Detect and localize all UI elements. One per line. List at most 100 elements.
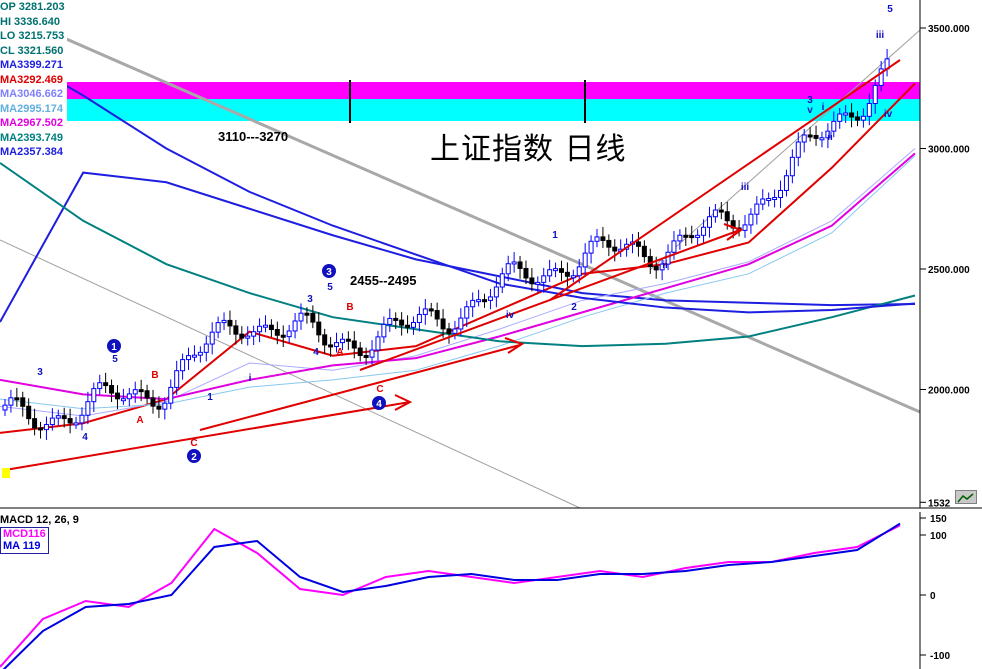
candle-body	[529, 277, 535, 285]
wave-label: C	[376, 384, 383, 395]
candle-body	[97, 382, 103, 390]
candle-body	[26, 405, 32, 420]
candle-body	[191, 354, 197, 358]
candle-body	[38, 427, 44, 431]
candle-body	[783, 175, 789, 191]
candle-body	[742, 224, 748, 231]
candle-body	[470, 299, 476, 308]
zone-label: 2455--2495	[350, 273, 417, 288]
candle-body	[493, 286, 499, 298]
macd-title: MACD 12, 26, 9	[0, 514, 79, 526]
candle-body	[405, 324, 411, 328]
candle-body	[434, 310, 440, 320]
readout-ma: MA3399.271	[0, 59, 63, 71]
circled-wave-label: 3	[326, 267, 332, 278]
candle-body	[239, 333, 245, 339]
candle-body	[843, 112, 849, 116]
candle-body	[357, 347, 363, 357]
candle-body	[209, 331, 215, 345]
wave-label: C	[190, 438, 197, 449]
candle-body	[754, 203, 760, 215]
candle-body	[280, 334, 286, 338]
price-tick-label: 3000.000	[928, 145, 970, 156]
candle-body	[328, 344, 334, 348]
wave-label: 3	[37, 367, 43, 378]
readout-ma: MA2995.174	[0, 102, 63, 115]
candle-body	[298, 312, 304, 322]
wave-label: 1	[207, 392, 213, 403]
candle-body	[706, 216, 712, 228]
candle-body	[410, 321, 416, 328]
macd-tick-label: 150	[930, 514, 947, 525]
candle-body	[14, 397, 20, 401]
wave-label: iii	[741, 182, 750, 193]
readout-ma: MA2357.384	[0, 146, 63, 158]
candle-body	[399, 319, 405, 326]
candle-body	[49, 417, 55, 426]
wave-label: 5	[887, 4, 893, 15]
candle-body	[91, 388, 97, 403]
candle-body	[339, 338, 345, 344]
candle-body	[8, 397, 14, 406]
resistance-band-magenta	[0, 82, 920, 99]
price-tick-label: 2000.000	[928, 386, 970, 397]
candle-body	[766, 197, 772, 201]
candle-body	[203, 343, 209, 353]
candle-body	[109, 385, 115, 394]
candle-body	[310, 312, 316, 323]
candle-body	[547, 269, 553, 277]
candle-body	[854, 116, 860, 121]
wave-label: A	[136, 415, 143, 426]
candle-body	[126, 393, 132, 400]
macd-value: MCD116	[3, 527, 46, 540]
candle-body	[772, 196, 778, 200]
candle-body	[511, 261, 517, 265]
candle-body	[807, 134, 813, 138]
candle-body	[2, 404, 8, 411]
candle-body	[819, 137, 825, 141]
macd-legend: MACD 12, 26, 9 MCD116 MA 119	[0, 514, 79, 554]
candle-body	[274, 329, 280, 336]
candle-body	[322, 334, 328, 346]
chart-settings-icon[interactable]	[955, 490, 977, 504]
start-marker	[2, 468, 10, 478]
candle-body	[221, 319, 227, 324]
wave-label: ii	[662, 260, 668, 271]
candle-body	[860, 115, 866, 121]
candle-body	[837, 113, 843, 122]
candle-body	[162, 402, 168, 410]
candle-body	[476, 299, 482, 303]
macd-tick-label: 0	[930, 591, 936, 602]
readout-ma: MA2393.749	[0, 131, 63, 144]
candle-body	[375, 336, 381, 351]
wave-label: 2	[571, 302, 577, 313]
wave-label: A	[336, 347, 343, 358]
candle-body	[541, 275, 547, 283]
candle-body	[381, 323, 387, 338]
candle-body	[671, 240, 677, 253]
band-label: 3110---3270	[218, 129, 289, 144]
candle-body	[55, 415, 61, 419]
candle-body	[641, 245, 647, 258]
price-axis: 3500.0003000.0002500.0002000.0001532	[920, 24, 970, 509]
candle-body	[582, 252, 588, 268]
candle-body	[872, 84, 878, 105]
candle-body	[262, 324, 268, 328]
candle-body	[499, 273, 505, 288]
price-chart: 345ABC1i534 ABC12iviiiii3v iiiiiiiv51234 3…	[0, 0, 982, 509]
candle-body	[257, 325, 263, 333]
price-tick-label: 2500.000	[928, 265, 970, 276]
candle-body	[79, 414, 85, 424]
candle-body	[138, 389, 144, 393]
candle-body	[334, 342, 340, 347]
readout-open: OP 3281.203	[0, 1, 65, 13]
circled-wave-label: 4	[376, 399, 382, 410]
candle-body	[180, 359, 186, 372]
wave-label: 4	[313, 347, 319, 358]
candle-body	[43, 424, 49, 431]
candle-body	[292, 320, 298, 332]
candle-body	[215, 322, 221, 333]
candle-body	[150, 397, 156, 407]
candle-body	[813, 135, 819, 139]
candle-body	[748, 213, 754, 226]
